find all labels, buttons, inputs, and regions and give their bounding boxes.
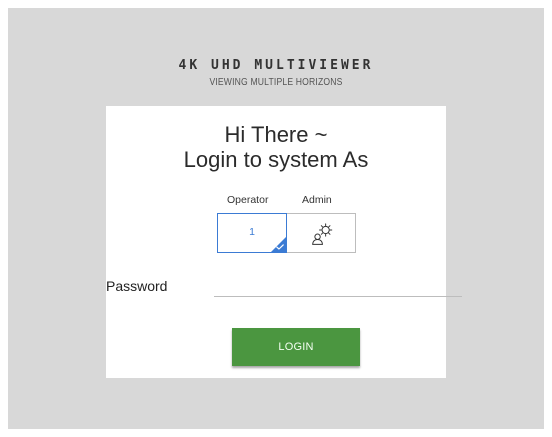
brand-subtitle: VIEWING MULTIPLE HORIZONS bbox=[209, 76, 343, 88]
greeting-line-2: Login to system As bbox=[183, 147, 369, 172]
login-button[interactable]: LOGIN bbox=[232, 328, 360, 366]
password-input[interactable] bbox=[214, 270, 462, 297]
admin-settings-icon bbox=[312, 223, 333, 245]
check-icon bbox=[276, 244, 284, 250]
operator-role-option[interactable]: 1 bbox=[217, 213, 287, 253]
password-label: Password bbox=[106, 278, 168, 294]
brand-title: 4K UHD MULTIVIEWER bbox=[178, 58, 374, 73]
login-card: Hi There ~ Login to system As Operator A… bbox=[106, 106, 462, 378]
admin-role-label: Admin bbox=[302, 194, 332, 206]
admin-role-option[interactable] bbox=[286, 213, 356, 253]
operator-role-label: Operator bbox=[227, 194, 269, 206]
greeting-line-1: Hi There ~ bbox=[224, 122, 328, 147]
